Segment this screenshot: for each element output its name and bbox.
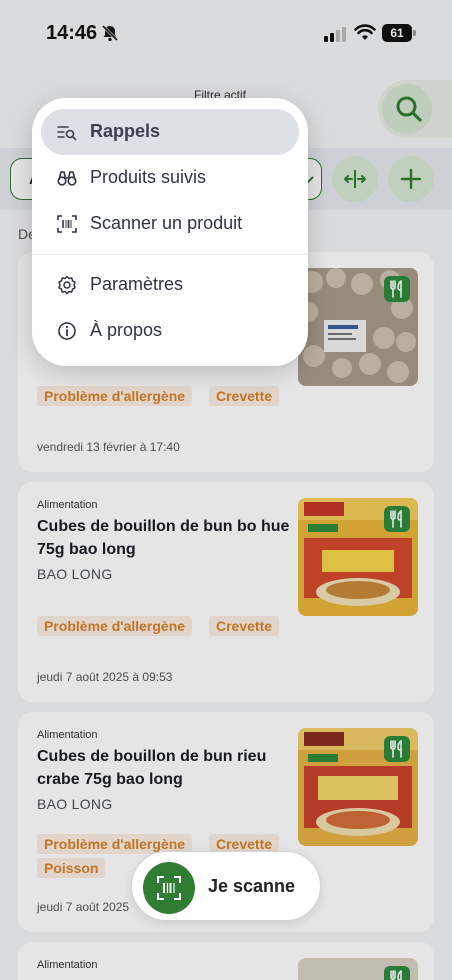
barcode-scan-icon xyxy=(57,215,77,233)
menu-item-scanner[interactable]: Scanner un produit xyxy=(41,201,299,247)
scan-button[interactable]: Je scanne xyxy=(131,851,321,921)
menu-item-parametres[interactable]: Paramètres xyxy=(41,262,299,308)
menu-item-rappels[interactable]: Rappels xyxy=(41,109,299,155)
menu-item-label: Produits suivis xyxy=(90,167,207,187)
info-icon xyxy=(58,322,76,340)
menu-item-label: Scanner un produit xyxy=(90,213,243,233)
menu-item-a-propos[interactable]: À propos xyxy=(41,308,299,354)
navigation-menu: Rappels Produits suivis Scanner un produ… xyxy=(32,98,308,366)
binoculars-icon xyxy=(57,171,77,186)
list-search-icon xyxy=(57,126,77,141)
menu-divider xyxy=(32,254,308,255)
menu-item-produits-suivis[interactable]: Produits suivis xyxy=(41,155,299,201)
menu-item-label: À propos xyxy=(90,320,163,340)
scan-button-label: Je scanne xyxy=(208,876,296,896)
gear-icon xyxy=(58,275,76,295)
barcode-scan-icon xyxy=(157,876,181,900)
menu-item-label: Rappels xyxy=(90,121,161,141)
menu-item-label: Paramètres xyxy=(90,274,184,294)
